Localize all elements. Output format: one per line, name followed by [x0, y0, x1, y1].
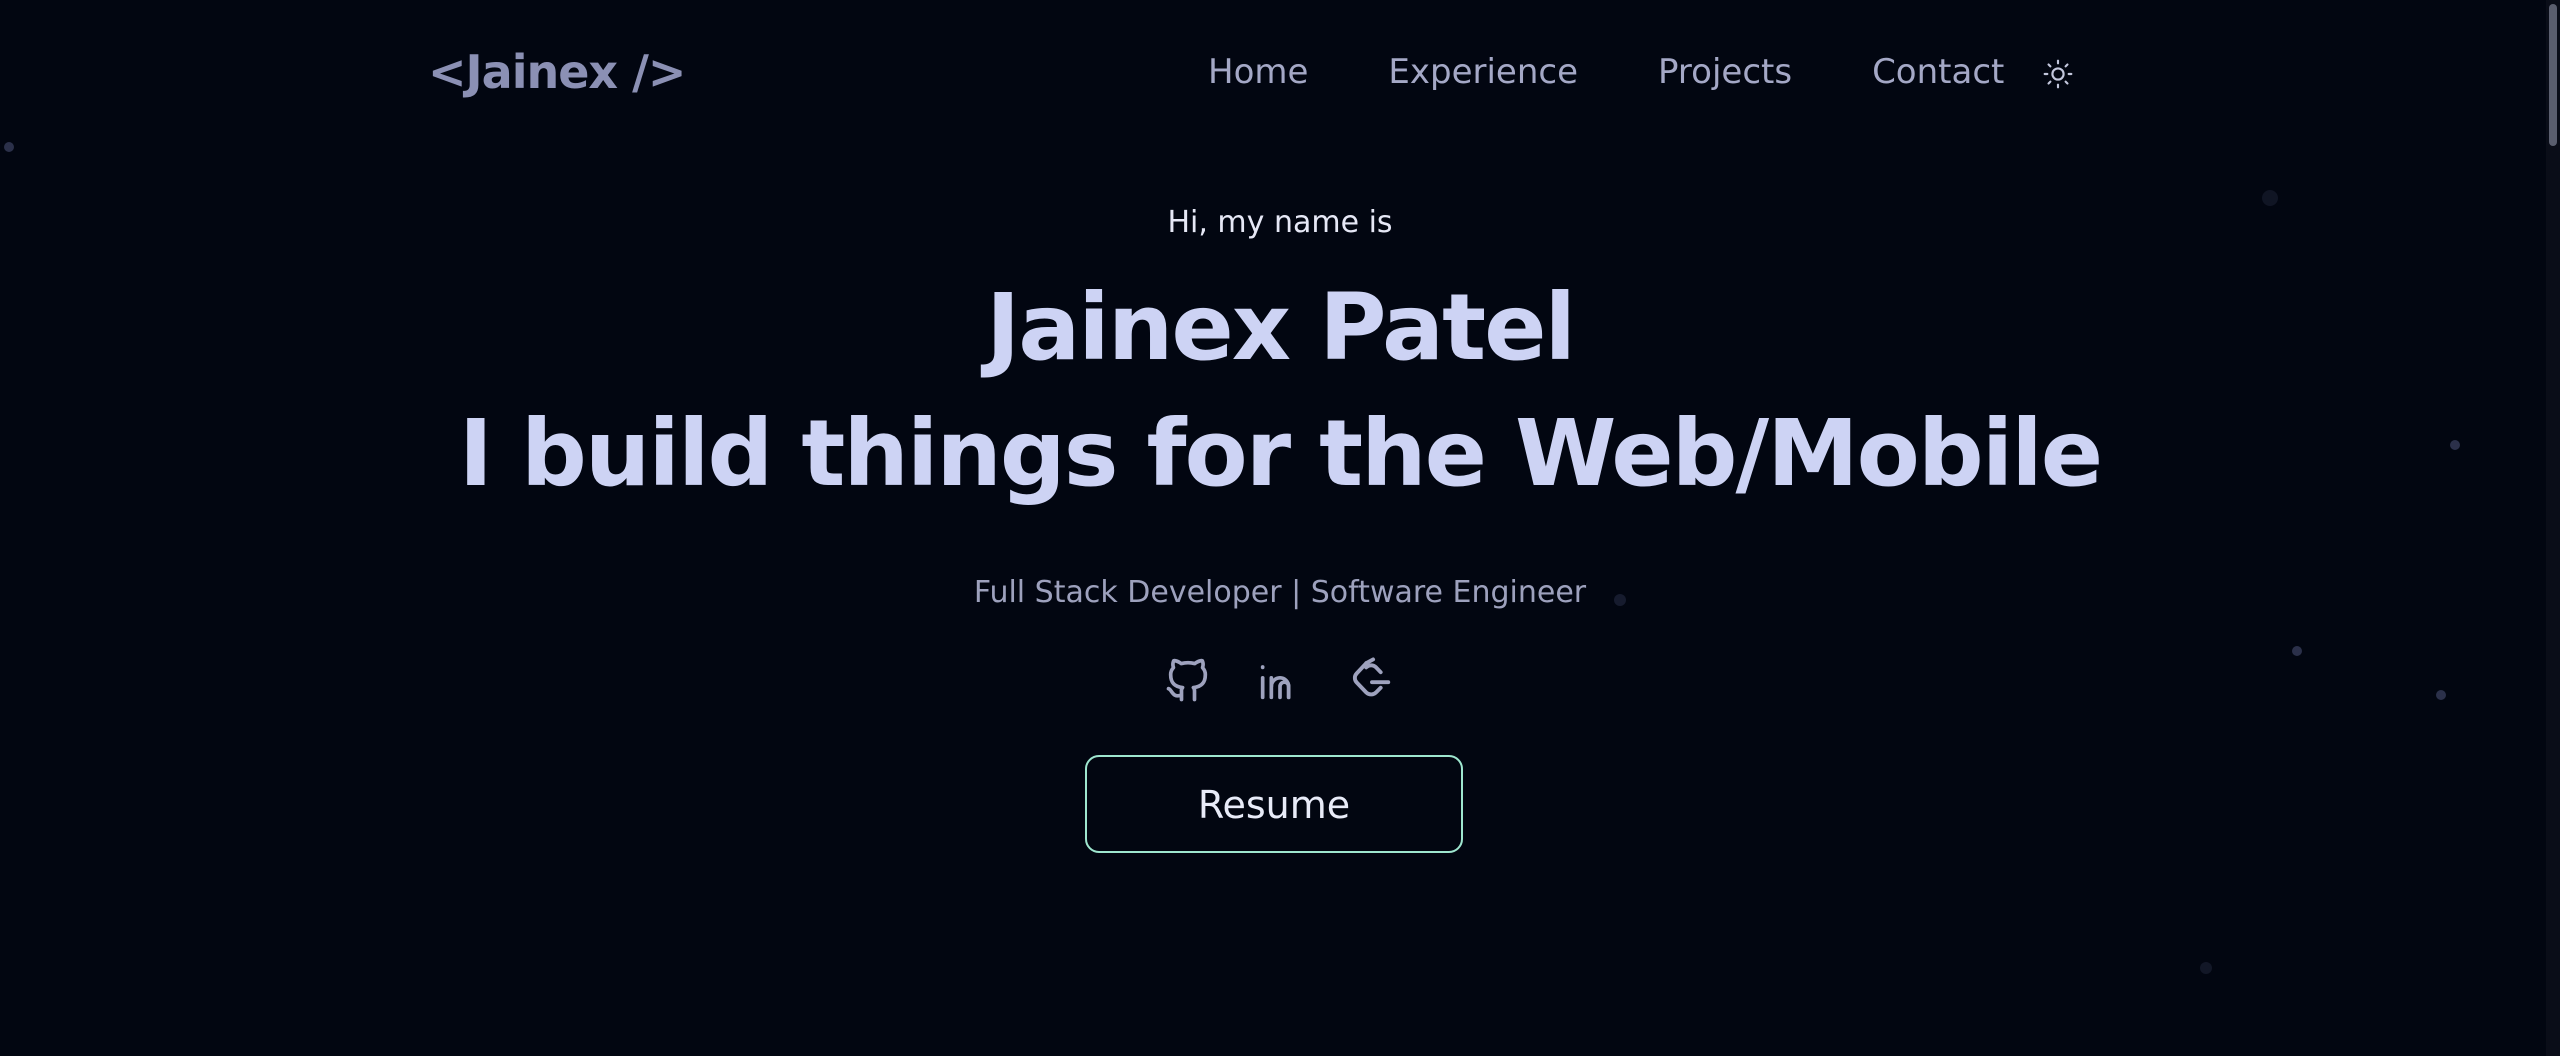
nav-link-contact[interactable]: Contact: [1872, 44, 2004, 100]
hero-name: Jainex Patel: [985, 274, 1576, 381]
nav-link-projects[interactable]: Projects: [1658, 44, 1792, 100]
leetcode-icon: [1352, 657, 1391, 697]
social-links: [1160, 652, 1400, 708]
leetcode-link[interactable]: [1344, 652, 1400, 708]
github-icon: [1166, 658, 1208, 702]
background-particle: [2292, 646, 2302, 656]
linkedin-icon: [1260, 665, 1291, 700]
scrollbar[interactable]: [2546, 0, 2560, 1056]
page: <Jainex /> Home Experience Projects Cont…: [0, 0, 2560, 1056]
nav-link-home[interactable]: Home: [1208, 44, 1308, 100]
hero-tagline: I build things for the Web/Mobile: [458, 400, 2103, 507]
navbar: <Jainex /> Home Experience Projects Cont…: [0, 0, 2560, 146]
linkedin-link[interactable]: [1252, 652, 1308, 708]
sun-icon: [2043, 59, 2073, 89]
nav-link-experience[interactable]: Experience: [1388, 44, 1578, 100]
github-link[interactable]: [1160, 652, 1216, 708]
theme-toggle-button[interactable]: [2040, 56, 2076, 92]
background-particle: [2436, 690, 2446, 700]
hero-role: Full Stack Developer | Software Engineer: [973, 575, 1587, 610]
hero-greeting: Hi, my name is: [1167, 205, 1393, 240]
nav-links: Home Experience Projects Contact: [1208, 44, 2004, 100]
background-particle: [2200, 962, 2212, 974]
site-logo[interactable]: <Jainex />: [428, 40, 686, 104]
resume-button[interactable]: Resume: [1085, 755, 1463, 853]
scrollbar-thumb[interactable]: [2549, 4, 2557, 146]
